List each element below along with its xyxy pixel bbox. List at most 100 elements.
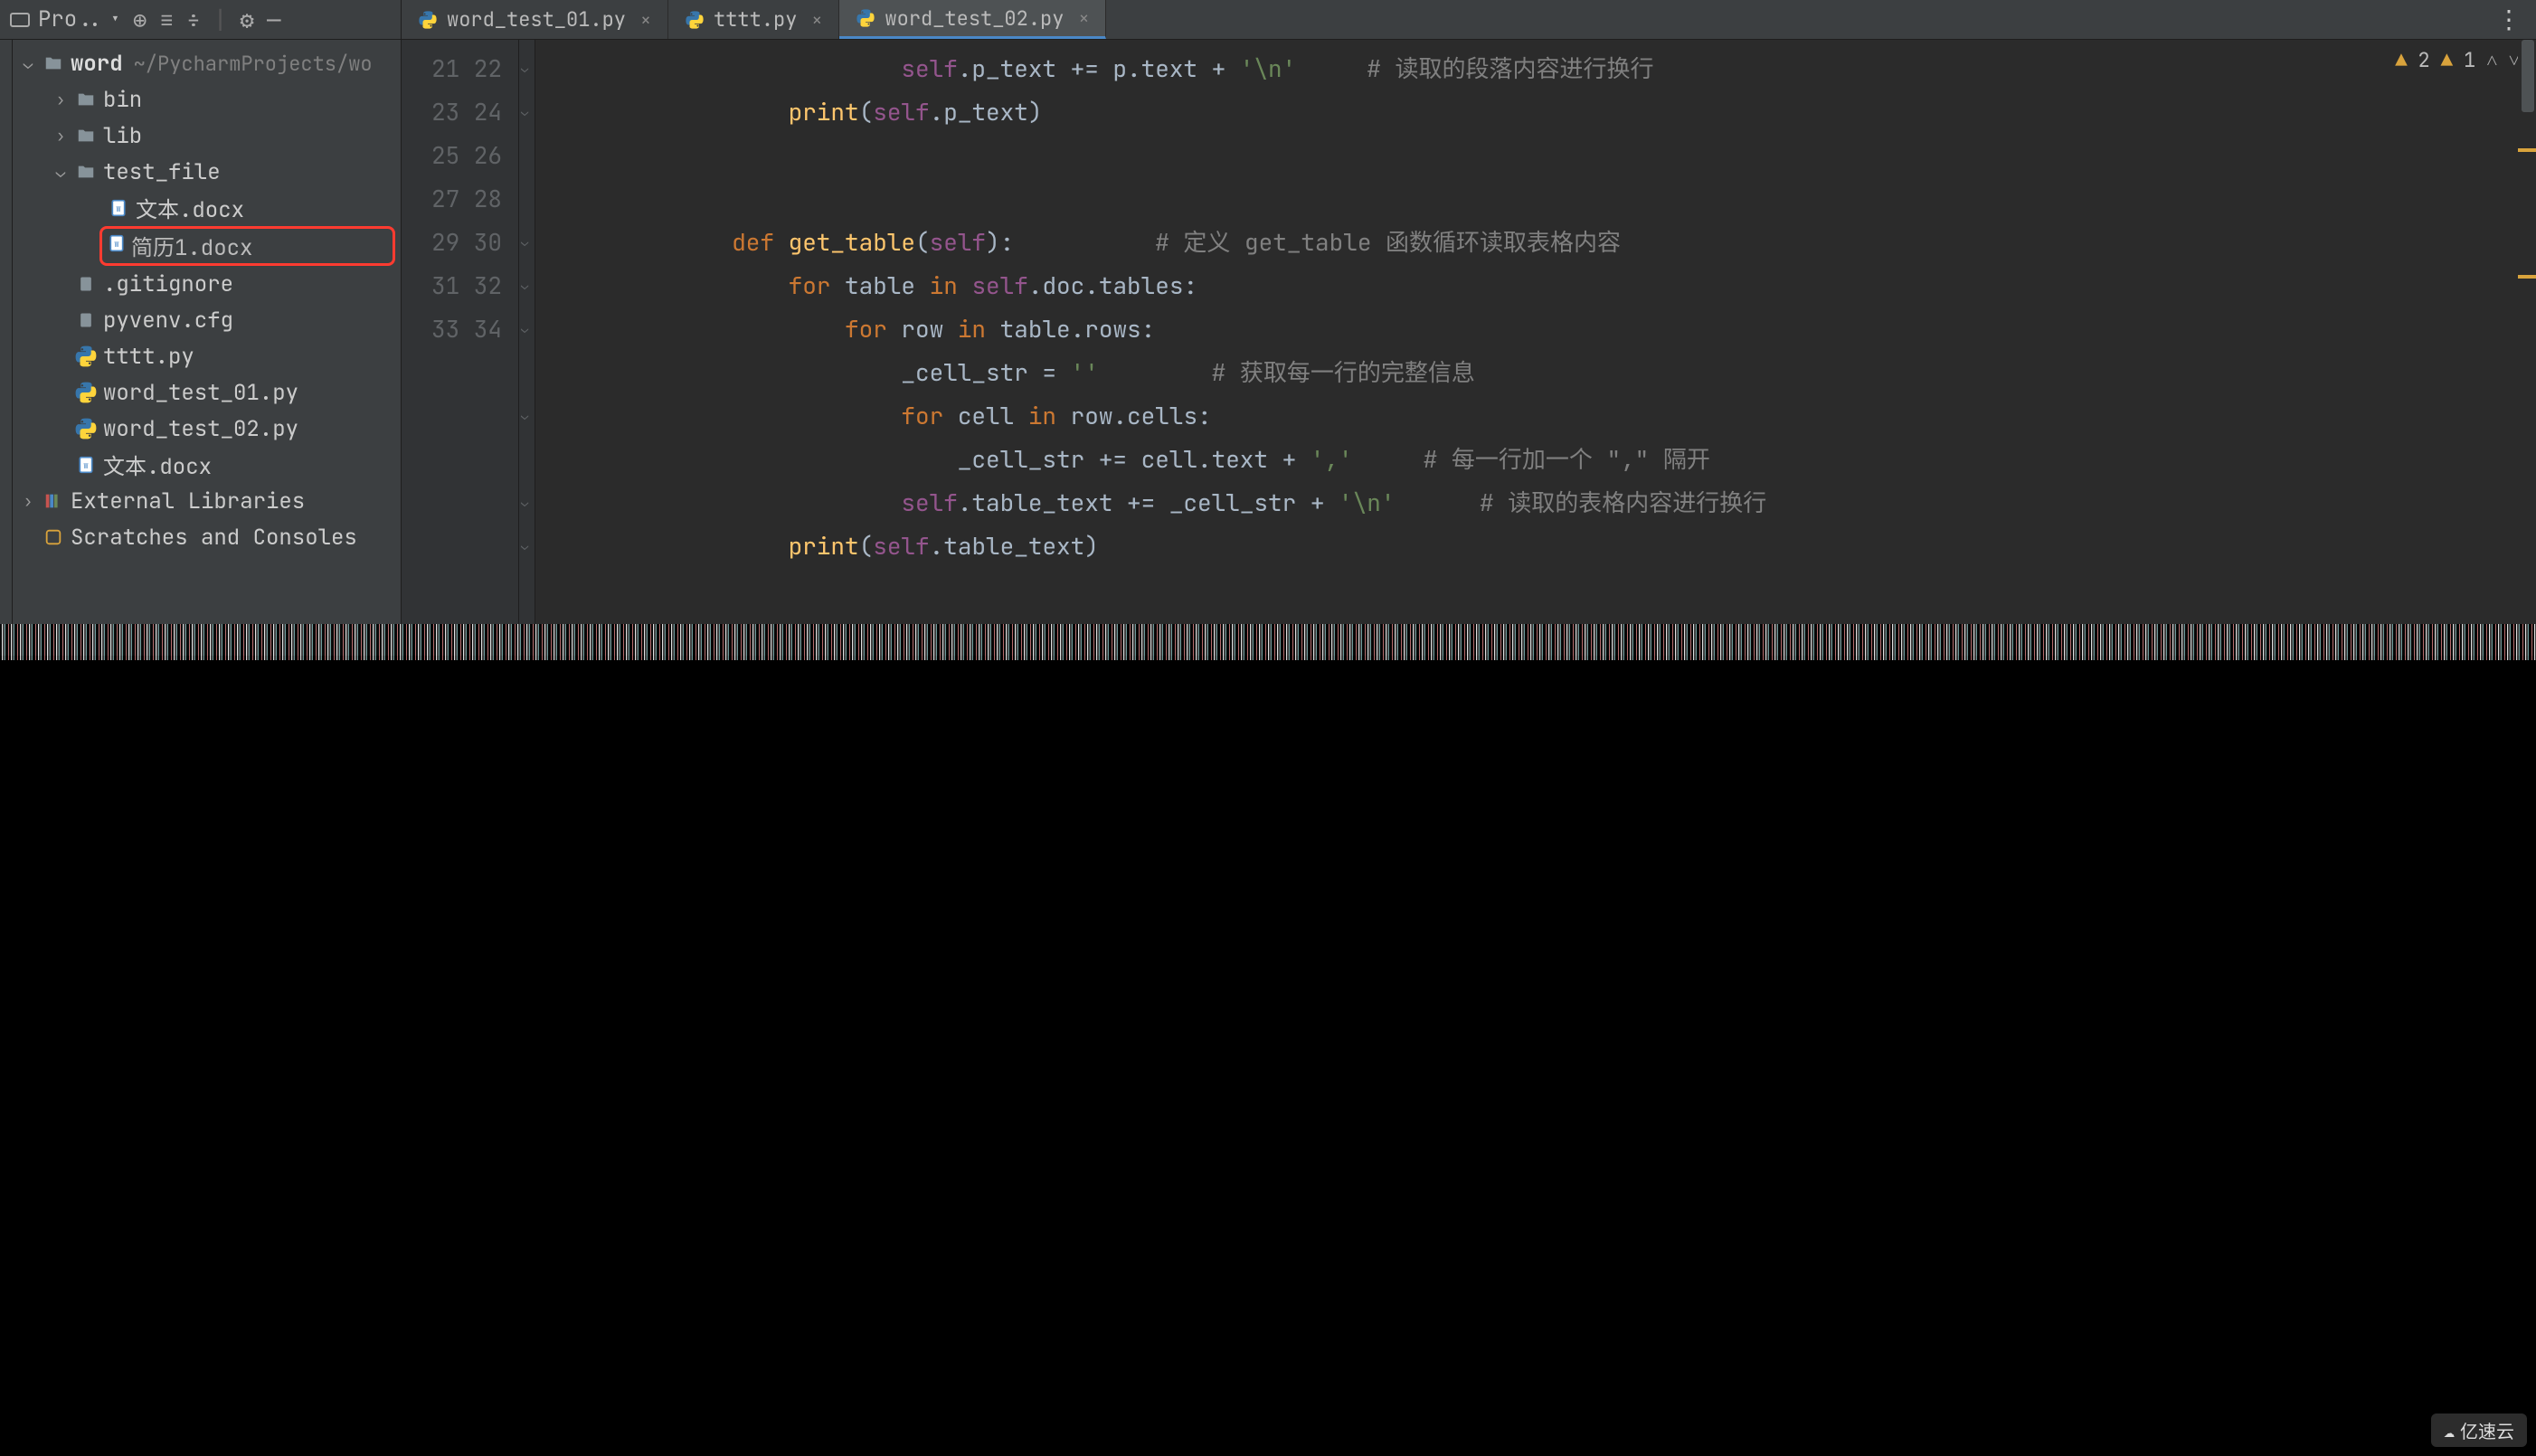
ide-window: Pro.. ▾ ⊕ ≡ ÷ | ⚙ — word_test_01.py×tttt… <box>0 0 2536 656</box>
docx-icon: W <box>74 455 98 475</box>
scratches-node[interactable]: Scratches and Consoles <box>13 519 401 555</box>
fold-handle[interactable]: ⌄ <box>521 525 528 568</box>
scratches-icon <box>42 527 65 547</box>
code-area[interactable]: self.p_text += p.text + '\n' # 读取的段落内容进行… <box>535 40 2536 655</box>
warning-count-2: 1 <box>2464 47 2475 73</box>
chevron-up-icon[interactable]: ˄ <box>2486 47 2497 73</box>
editor-tab[interactable]: tttt.py × <box>668 0 839 39</box>
tab-label: word_test_02.py <box>885 5 1064 32</box>
collapse-all-icon[interactable]: ÷ <box>186 4 201 35</box>
minimize-icon[interactable]: — <box>267 4 281 35</box>
fold-handle[interactable]: ⌄ <box>521 90 528 134</box>
locate-icon[interactable]: ⊕ <box>133 4 147 35</box>
close-icon[interactable]: × <box>1078 6 1089 30</box>
folder-icon <box>74 90 98 109</box>
expand-all-icon[interactable]: ≡ <box>159 4 174 35</box>
inspection-widget[interactable]: ▲ 2 ▲ 1 ˄ ˅ <box>2395 47 2520 73</box>
fold-handle[interactable]: ⌄ <box>521 307 528 351</box>
tree-item[interactable]: word_test_02.py <box>13 411 401 447</box>
editor-tabs: word_test_01.py × tttt.py × word_test_02.py × <box>402 0 1106 39</box>
svg-text:W: W <box>115 241 119 250</box>
watermark-text: 亿速云 <box>2460 1417 2514 1443</box>
tree-label: pyvenv.cfg <box>103 307 233 335</box>
svg-text:W: W <box>84 462 89 471</box>
tab-label: tttt.py <box>714 6 797 33</box>
tree-label: tttt.py <box>103 343 194 371</box>
tree-root[interactable]: ⌄ word ~/PycharmProjects/wo <box>13 45 401 81</box>
file-icon <box>74 274 98 294</box>
warning-count-1: 2 <box>2418 47 2430 73</box>
py-icon <box>74 345 98 368</box>
tab-label: word_test_01.py <box>447 6 626 33</box>
highlighted-file[interactable]: W 简历1.docx <box>99 226 395 266</box>
tree-label: word_test_02.py <box>103 415 298 443</box>
tree-label: test_file <box>103 158 221 186</box>
tree-item[interactable]: › lib <box>13 118 401 154</box>
render-glitch-strip <box>0 624 2536 660</box>
tree-item[interactable]: word_test_01.py <box>13 374 401 411</box>
more-icon[interactable]: ⋮ <box>2482 0 2536 39</box>
close-icon[interactable]: × <box>811 8 822 32</box>
tree-item[interactable]: .gitignore <box>13 266 401 302</box>
chevron-right-icon[interactable]: › <box>52 90 69 110</box>
editor-tab[interactable]: word_test_02.py × <box>839 0 1106 39</box>
watermark-badge: ☁ 亿速云 <box>2431 1413 2527 1447</box>
tree-item[interactable]: › bin <box>13 81 401 118</box>
py-icon <box>74 417 98 440</box>
tree-item[interactable]: pyvenv.cfg <box>13 302 401 338</box>
fold-handle[interactable]: ⌄ <box>521 47 528 90</box>
editor-tab[interactable]: word_test_01.py × <box>402 0 668 39</box>
code-editor[interactable]: 21 22 23 24 25 26 27 28 29 30 31 32 33 3… <box>402 40 2536 656</box>
chevron-down-icon: ▾ <box>110 9 120 30</box>
editor-scrollbar[interactable] <box>2518 40 2536 656</box>
docx-icon: W <box>107 198 130 218</box>
fold-handle[interactable]: ⌄ <box>521 481 528 525</box>
folder-icon <box>42 53 65 73</box>
chevron-right-icon[interactable]: › <box>52 126 69 147</box>
tree-label: External Libraries <box>71 487 305 515</box>
chevron-right-icon[interactable]: › <box>20 491 36 512</box>
chevron-down-icon[interactable]: ⌄ <box>20 53 36 74</box>
fold-handle[interactable]: ⌄ <box>521 264 528 307</box>
close-icon[interactable]: × <box>640 8 651 32</box>
external-libraries[interactable]: › External Libraries <box>13 483 401 519</box>
top-tab-bar: Pro.. ▾ ⊕ ≡ ÷ | ⚙ — word_test_01.py×tttt… <box>0 0 2536 40</box>
tree-label: Scratches and Consoles <box>71 524 357 552</box>
py-icon <box>74 381 98 404</box>
project-tree: ⌄ word ~/PycharmProjects/wo › bin › lib ⌄ test_f… <box>13 40 401 561</box>
tree-label: bin <box>103 86 142 114</box>
tree-item[interactable]: ⌄ test_file <box>13 154 401 190</box>
tree-label: 文本.docx <box>136 192 244 224</box>
warning-icon: ▲ <box>2395 47 2407 73</box>
project-label-text: Pro.. <box>38 5 103 33</box>
tree-path: ~/PycharmProjects/wo <box>134 51 373 77</box>
project-toolbar: Pro.. ▾ ⊕ ≡ ÷ | ⚙ — <box>0 0 402 39</box>
tree-label: word <box>71 50 123 78</box>
tree-item[interactable]: tttt.py <box>13 338 401 374</box>
cloud-icon: ☁ <box>2444 1419 2455 1442</box>
scrollbar-thumb[interactable] <box>2522 40 2534 112</box>
gear-icon[interactable]: ⚙ <box>240 4 254 35</box>
left-gutter-strip <box>0 40 13 656</box>
file-icon <box>74 310 98 330</box>
folder-icon <box>74 162 98 182</box>
main-split: ⌄ word ~/PycharmProjects/wo › bin › lib ⌄ test_f… <box>0 40 2536 656</box>
warning-marker[interactable] <box>2518 148 2536 152</box>
svg-text:W: W <box>117 205 121 214</box>
line-number-gutter: 21 22 23 24 25 26 27 28 29 30 31 32 33 3… <box>402 40 519 656</box>
project-tool-button[interactable]: Pro.. ▾ <box>9 5 120 33</box>
fold-handle[interactable]: ⌄ <box>521 221 528 264</box>
toolbar-divider: | <box>213 4 228 35</box>
tree-label: word_test_01.py <box>103 379 298 407</box>
tree-label: .gitignore <box>103 270 233 298</box>
tree-item[interactable]: W 文本.docx <box>13 190 401 226</box>
warning-marker[interactable] <box>2518 275 2536 279</box>
tree-label: lib <box>103 122 142 150</box>
weak-warning-icon: ▲ <box>2441 47 2453 73</box>
chevron-down-icon[interactable]: ⌄ <box>52 162 69 183</box>
tree-item[interactable]: W文本.docx <box>13 447 401 483</box>
tree-label: 简历1.docx <box>131 230 252 262</box>
fold-column: ⌄⌄⌄⌄⌄⌄⌄⌄ <box>519 40 535 656</box>
folder-icon <box>74 126 98 146</box>
fold-handle[interactable]: ⌄ <box>521 394 528 438</box>
